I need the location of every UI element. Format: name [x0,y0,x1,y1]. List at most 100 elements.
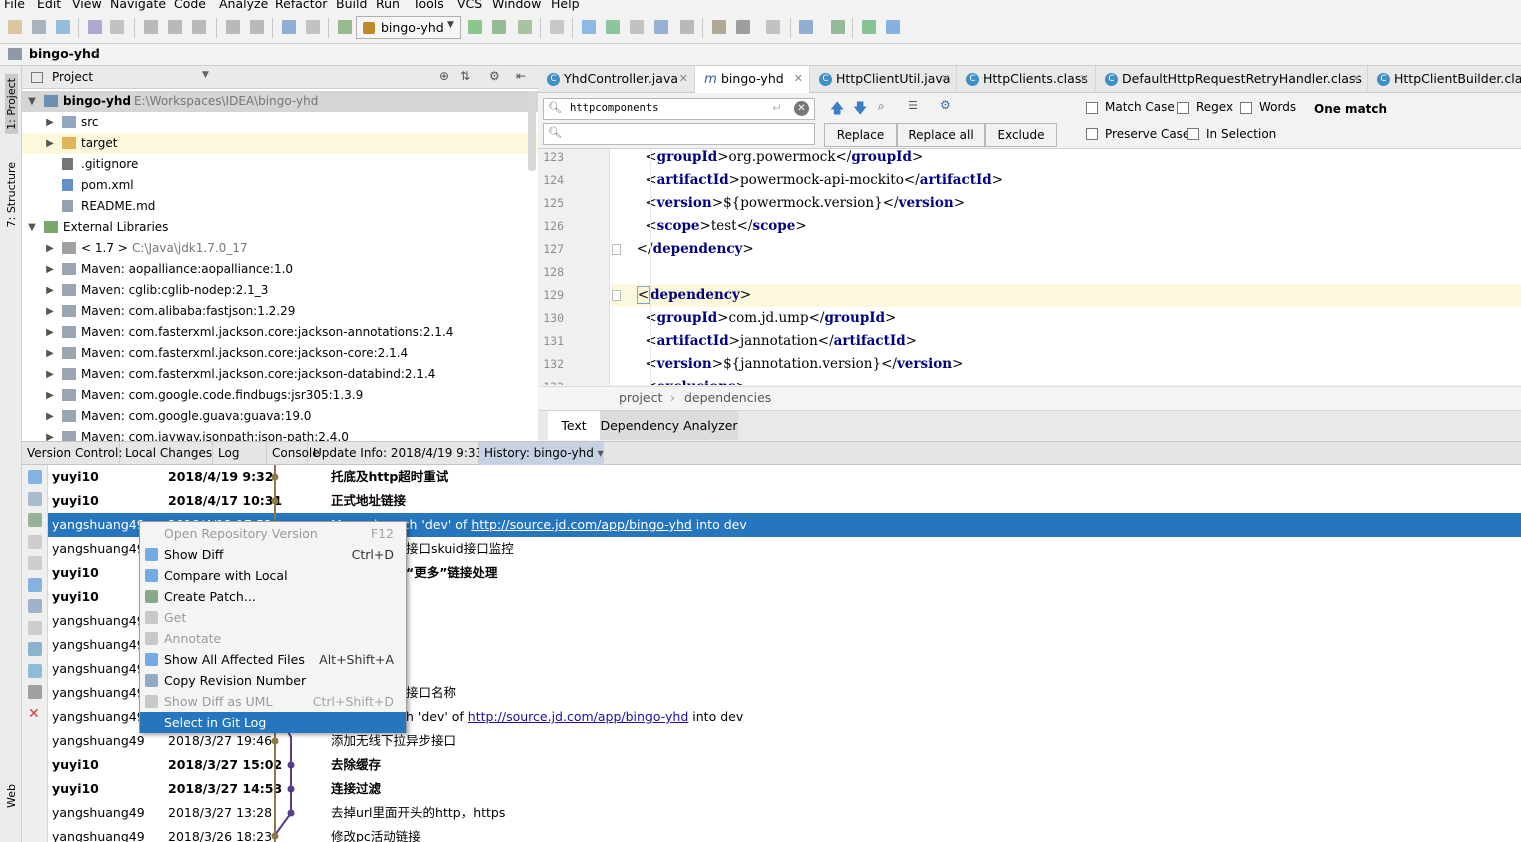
chevron-right-icon[interactable]: ▶ [44,280,56,301]
close-icon[interactable]: ✕ [1080,66,1089,92]
editor-tab[interactable]: C HttpClientBuilder.clas [1368,66,1521,93]
menu-help[interactable]: Help [551,0,580,12]
text-tab[interactable]: Text [548,411,600,440]
editor-tab[interactable]: C HttpClientUtil.java ✕ [810,66,957,93]
code-line[interactable] [611,261,1521,284]
affected-files-icon[interactable] [28,577,42,592]
replace-button[interactable]: Replace [824,123,897,147]
tree-item[interactable]: ▼ bingo-yhd E:\Workspaces\IDEA\bingo-yhd [22,91,538,112]
tree-item[interactable]: ▶ src [22,112,538,133]
menu-vcs[interactable]: VCS [457,0,482,12]
editor-tab[interactable]: C DefaultHttpRequestRetryHandler.class ✕ [1096,66,1368,93]
tree-item[interactable]: ▶ target [22,133,538,154]
coverage-icon[interactable] [517,19,533,35]
code-line[interactable]: </dependency> [611,238,1521,261]
tree-item[interactable]: ▶ Maven: com.fasterxml.jackson.core:jacks… [22,322,538,343]
gear-icon[interactable]: ⚙ [489,69,500,83]
search-field[interactable]: 🔍︎ httpcomponents ↵ ✕ [543,98,815,120]
breadcrumb-dependencies[interactable]: dependencies [684,390,771,405]
context-menu-item[interactable]: Show Diff Ctrl+D [140,544,406,565]
run-icon[interactable] [467,19,483,35]
find-all-icon[interactable]: ⌕ [878,99,885,114]
replace-field[interactable]: 🔍︎ [543,123,815,145]
menu-tools[interactable]: Tools [413,0,444,12]
chevron-right-icon[interactable]: ▶ [44,385,56,406]
sdk-icon[interactable] [765,19,781,35]
menu-file[interactable]: File [4,0,25,12]
vc-tab[interactable]: Local Changes [120,442,213,465]
menu-window[interactable]: Window [492,0,541,12]
run-configuration-select[interactable]: bingo-yhd ▼ [356,16,461,39]
web-tool-button[interactable]: Web [5,784,18,808]
chevron-right-icon[interactable]: ▶ [44,238,56,259]
paste-icon[interactable] [191,19,207,35]
menu-run[interactable]: Run [376,0,400,12]
editor-tab[interactable]: C HttpClients.class ✕ [957,66,1096,93]
revert-icon[interactable] [679,19,695,35]
forward-icon[interactable] [305,19,321,35]
get-icon[interactable] [28,534,42,549]
close-icon[interactable]: ✕ [941,66,950,92]
history-row[interactable]: yuyi10 2018/4/17 10:31 正式地址链接 [48,489,1521,513]
help-icon[interactable] [798,19,814,35]
code-line[interactable]: <exclusions> [611,376,1521,385]
context-menu-item[interactable]: Compare with Local [140,565,406,586]
tree-item[interactable]: README.md [22,196,538,217]
replace-all-button[interactable]: Replace all [897,123,985,147]
project-tool-button[interactable]: 1: Project [5,74,18,134]
words-checkbox[interactable] [1240,102,1252,114]
context-menu-item[interactable]: Show All Affected Files Alt+Shift+A [140,649,406,670]
tree-item[interactable]: ▶ Maven: com.fasterxml.jackson.core:jacks… [22,343,538,364]
search-history-icon[interactable] [28,685,42,699]
context-menu-item[interactable]: Select in Git Log [140,712,406,733]
structure-icon[interactable] [735,19,751,35]
history-row[interactable]: yuyi10 2018/4/19 9:32 托底及http超时重试 [48,465,1521,489]
code-line[interactable]: <version>${powermock.version}</version> [611,192,1521,215]
patch-icon[interactable] [28,513,42,527]
fold-marker-icon[interactable] [612,244,621,255]
tree-item[interactable]: pom.xml [22,175,538,196]
project-panel-title[interactable]: Project [52,70,93,84]
compare-icon[interactable] [653,19,669,35]
build-icon[interactable] [337,19,353,35]
chevron-down-icon[interactable]: ▼ [26,91,38,112]
redo-icon[interactable] [109,19,125,35]
structure-tool-button[interactable]: 7: Structure [5,162,18,227]
menu-edit[interactable]: Edit [37,0,61,12]
open-icon[interactable] [7,19,23,35]
replace-icon[interactable] [249,19,265,35]
plugins-icon[interactable] [830,19,846,35]
menu-build[interactable]: Build [336,0,367,12]
settings-icon[interactable] [711,19,727,35]
nav-project-name[interactable]: bingo-yhd [29,46,100,61]
vcs-update-icon[interactable] [581,19,597,35]
view-dropdown-icon[interactable]: ▼ [202,70,209,80]
tree-item[interactable]: ▶ Maven: com.jayway.jsonpath:json-path:2.… [22,427,538,441]
refresh-icon[interactable] [28,663,42,678]
code-line[interactable]: <artifactId>jannotation</artifactId> [611,330,1521,353]
editor-tab[interactable]: m bingo-yhd ✕ [695,66,810,93]
debug-icon[interactable] [491,19,507,35]
sync-icon[interactable] [55,19,71,35]
chevron-down-icon[interactable]: ▼ [26,217,38,238]
tree-item[interactable]: ▼ External Libraries [22,217,538,238]
copy-icon[interactable] [28,599,42,613]
code-line[interactable]: <version>${jannotation.version}</version… [611,353,1521,376]
locate-icon[interactable]: ⊕ [439,69,449,83]
dependency-analyzer-tab[interactable]: Dependency Analyzer [600,411,738,440]
vc-tab[interactable]: History: bingo-yhd ▾ [479,442,604,465]
chevron-right-icon[interactable]: ▶ [44,322,56,343]
hide-panel-icon[interactable]: ⇤ [516,69,526,83]
close-icon[interactable]: ✕ [679,66,688,92]
tree-item[interactable]: ▶ Maven: com.fasterxml.jackson.core:jacks… [22,364,538,385]
preserve-case-checkbox[interactable] [1086,128,1098,140]
code-line[interactable]: <scope>test</scope> [611,215,1521,238]
tree-item[interactable]: ▶ Maven: com.alibaba:fastjson:1.2.29 [22,301,538,322]
exclude-button[interactable]: Exclude [985,123,1057,147]
chevron-right-icon[interactable]: ▶ [44,427,56,441]
history-row[interactable]: yuyi10 2018/3/27 14:53 连接过滤 [48,777,1521,801]
code-line[interactable]: <groupId>org.powermock</groupId> [611,149,1521,169]
in-selection-checkbox[interactable] [1187,128,1199,140]
tree-item[interactable]: ▶ Maven: com.google.code.findbugs:jsr305:… [22,385,538,406]
repository-link[interactable]: http://source.jd.com/app/bingo-yhd [468,709,689,724]
